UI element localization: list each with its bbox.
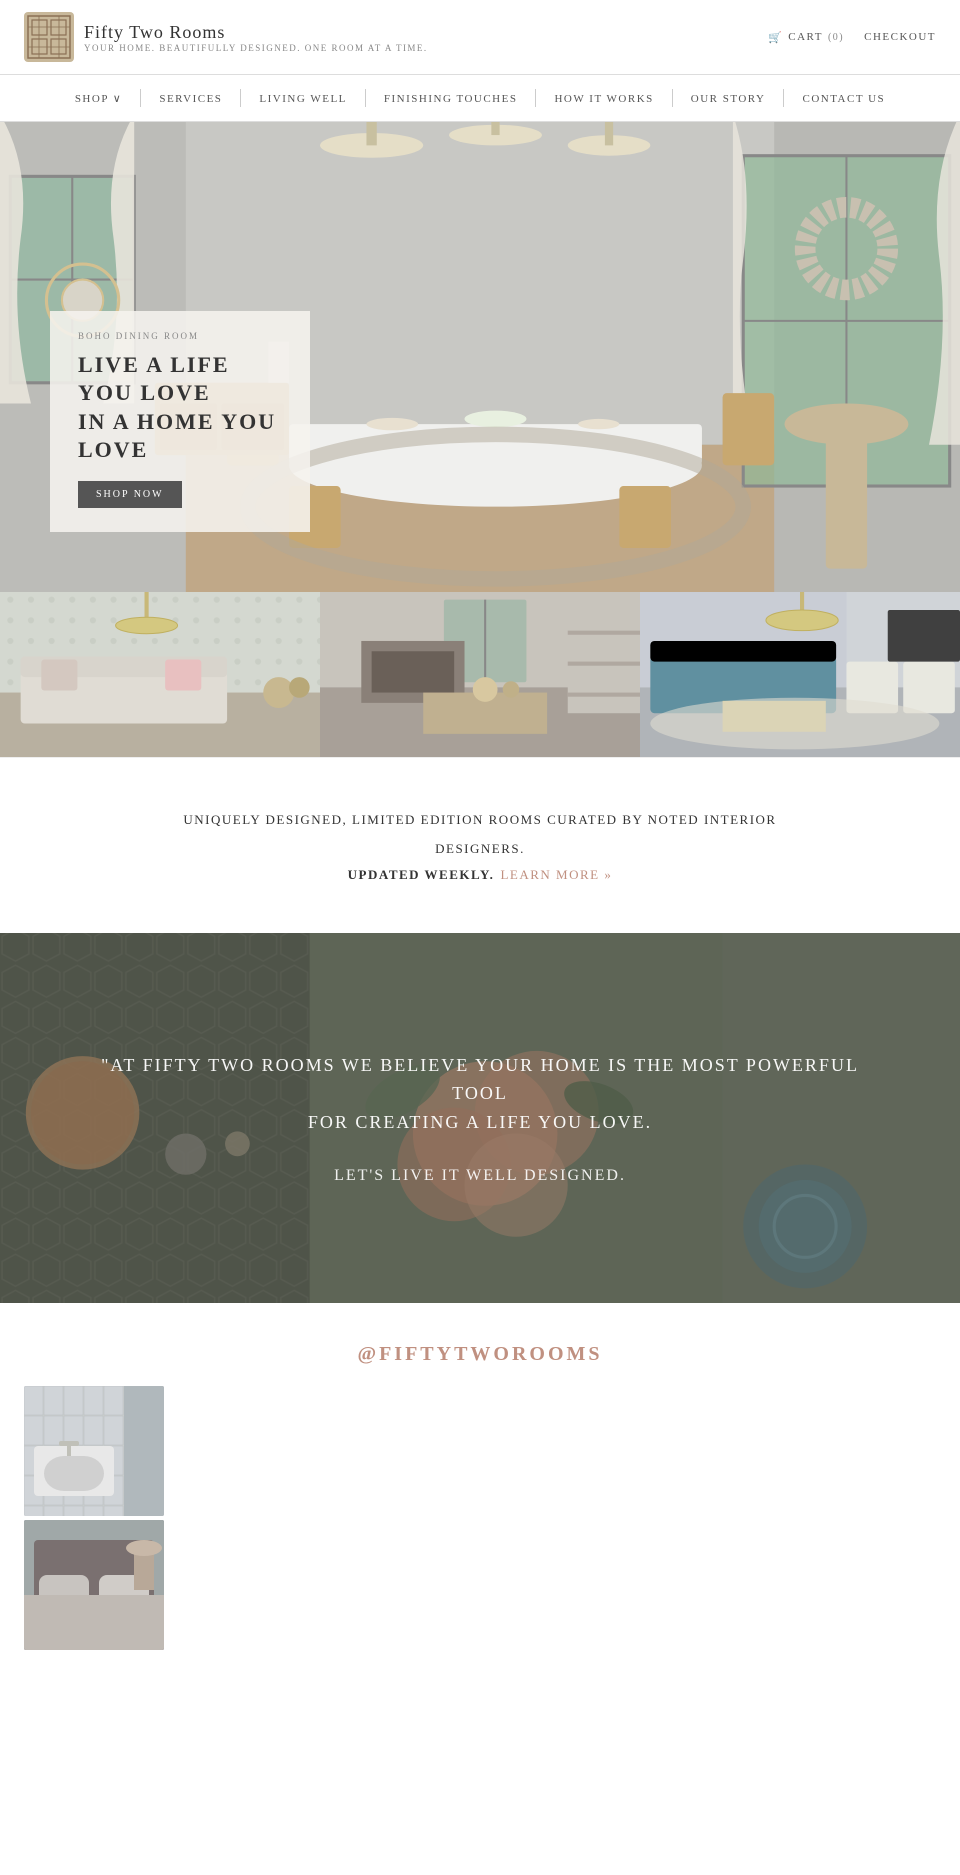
hero-caption: BOHO DINING ROOM LIVE A LIFE YOU LOVE IN… xyxy=(50,311,310,532)
info-section: UNIQUELY DESIGNED, LIMITED EDITION ROOMS… xyxy=(0,757,960,933)
nav-item-services[interactable]: SERVICES xyxy=(141,89,241,107)
nav-item-contact-us[interactable]: CONTACT US xyxy=(784,89,903,107)
main-nav: SHOP ∨ SERVICES LIVING WELL FINISHING TO… xyxy=(0,75,960,122)
instagram-section: @FIFTYTWOROOMS xyxy=(0,1303,960,1670)
logo-icon xyxy=(24,12,74,62)
cart-label: CART xyxy=(788,31,823,43)
shop-now-button[interactable]: SHOP NOW xyxy=(78,481,182,508)
thumbnail-2[interactable] xyxy=(320,592,640,757)
nav-item-shop[interactable]: SHOP ∨ xyxy=(57,89,142,107)
info-line1: UNIQUELY DESIGNED, LIMITED EDITION ROOMS… xyxy=(80,808,880,831)
cart-link[interactable]: 🛒 CART (0) xyxy=(768,31,844,44)
quote-banner: "AT FIFTY TWO ROOMS WE BELIEVE YOUR HOME… xyxy=(0,933,960,1303)
quote-sub-text: LET'S LIVE IT WELL DESIGNED. xyxy=(80,1167,880,1185)
logo-area[interactable]: Fifty Two Rooms YOUR HOME. BEAUTIFULLY D… xyxy=(24,12,428,62)
site-header: Fifty Two Rooms YOUR HOME. BEAUTIFULLY D… xyxy=(0,0,960,75)
cart-count: (0) xyxy=(828,32,844,43)
checkout-link[interactable]: CHECKOUT xyxy=(864,31,936,43)
nav-item-how-it-works[interactable]: HOW IT WORKS xyxy=(536,89,672,107)
hero-room-label: BOHO DINING ROOM xyxy=(78,331,282,341)
site-tagline: YOUR HOME. BEAUTIFULLY DESIGNED. ONE ROO… xyxy=(84,43,428,53)
instagram-handle[interactable]: @FIFTYTWOROOMS xyxy=(24,1343,936,1366)
instagram-grid xyxy=(24,1386,936,1650)
instagram-photo-2[interactable] xyxy=(24,1520,164,1650)
quote-content: "AT FIFTY TWO ROOMS WE BELIEVE YOUR HOME… xyxy=(0,1051,960,1185)
quote-main-text: "AT FIFTY TWO ROOMS WE BELIEVE YOUR HOME… xyxy=(80,1051,880,1137)
nav-item-our-story[interactable]: OUR STORY xyxy=(673,89,785,107)
info-line2: DESIGNERS. xyxy=(80,837,880,860)
nav-item-living-well[interactable]: LIVING WELL xyxy=(241,89,365,107)
updated-line: UPDATED WEEKLY. LEARN MORE » xyxy=(80,867,880,883)
updated-prefix: UPDATED WEEKLY. xyxy=(348,867,495,883)
hero-title-line2: IN A HOME YOU LOVE xyxy=(78,409,276,463)
thumbnail-3[interactable] xyxy=(640,592,960,757)
hero-title-line1: LIVE A LIFE YOU LOVE xyxy=(78,352,230,406)
nav-item-finishing-touches[interactable]: FINISHING TOUCHES xyxy=(366,89,537,107)
site-name: Fifty Two Rooms xyxy=(84,22,428,43)
thumbnail-1[interactable] xyxy=(0,592,320,757)
cart-icon: 🛒 xyxy=(768,31,783,44)
logo-text: Fifty Two Rooms YOUR HOME. BEAUTIFULLY D… xyxy=(84,22,428,53)
learn-more-link[interactable]: LEARN MORE » xyxy=(500,867,612,883)
thumbnail-row xyxy=(0,592,960,757)
hero-title: LIVE A LIFE YOU LOVE IN A HOME YOU LOVE xyxy=(78,351,282,465)
hero-section: BOHO DINING ROOM LIVE A LIFE YOU LOVE IN… xyxy=(0,122,960,592)
header-right: 🛒 CART (0) CHECKOUT xyxy=(768,31,936,44)
instagram-photo-1[interactable] xyxy=(24,1386,164,1516)
